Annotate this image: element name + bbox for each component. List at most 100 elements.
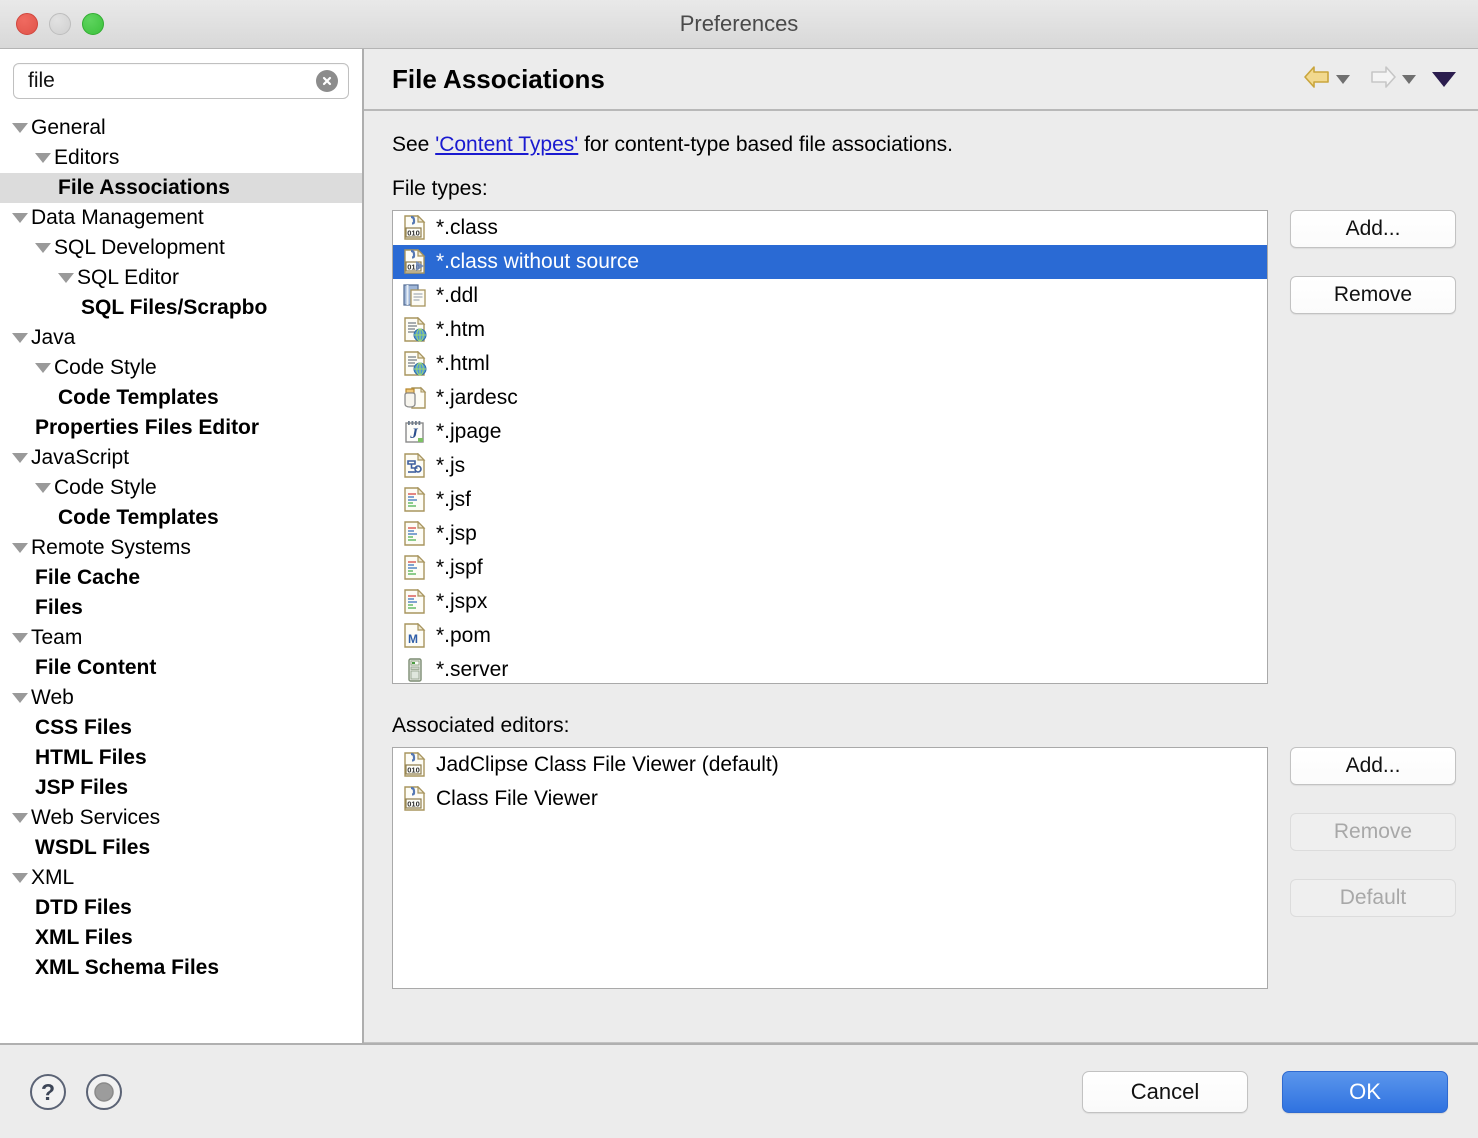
zoom-window-button[interactable] — [82, 13, 104, 35]
file-types-list[interactable]: 010 *.class 010 *.class without source *.ddl… — [392, 210, 1268, 684]
sidebar-item-label: WSDL Files — [35, 836, 151, 859]
associated-editors-list[interactable]: 010 JadClipse Class File Viewer (default)… — [392, 747, 1268, 989]
sidebar-item-code-style[interactable]: Code Style — [0, 473, 362, 503]
file-type-row[interactable]: 010 *.class — [393, 211, 1267, 245]
server-file-icon — [402, 657, 428, 683]
sidebar-item-css-files[interactable]: CSS Files — [0, 713, 362, 743]
sidebar-item-xml-files[interactable]: XML Files — [0, 923, 362, 953]
back-arrow-icon[interactable] — [1302, 64, 1332, 95]
associated-editor-row[interactable]: 010 JadClipse Class File Viewer (default) — [393, 748, 1267, 782]
file-type-row[interactable]: *.jsf — [393, 483, 1267, 517]
file-type-label: *.html — [436, 352, 490, 375]
sidebar-item-java[interactable]: Java — [0, 323, 362, 353]
sidebar-item-html-files[interactable]: HTML Files — [0, 743, 362, 773]
view-menu-icon[interactable] — [1432, 71, 1456, 87]
forward-arrow-icon — [1368, 64, 1398, 95]
file-type-row[interactable]: *.server — [393, 653, 1267, 683]
tree-expand-triangle-down-icon[interactable] — [12, 333, 28, 343]
tree-expand-triangle-down-icon[interactable] — [35, 483, 51, 493]
file-type-row[interactable]: *.jsp — [393, 517, 1267, 551]
sidebar-item-file-content[interactable]: File Content — [0, 653, 362, 683]
tree-expand-triangle-down-icon[interactable] — [12, 123, 28, 133]
footer-left-icons: ? — [28, 1072, 1082, 1112]
options-circle-icon[interactable] — [84, 1072, 124, 1112]
cancel-button[interactable]: Cancel — [1082, 1070, 1248, 1113]
sidebar-item-label: DTD Files — [35, 896, 132, 919]
sidebar-item-sql-files-scrapbo[interactable]: SQL Files/Scrapbo — [0, 293, 362, 323]
sidebar-item-label: SQL Editor — [77, 266, 179, 289]
tree-expand-triangle-down-icon[interactable] — [35, 153, 51, 163]
forward-history-chevron-down-icon[interactable] — [1402, 74, 1416, 84]
jsp-file-icon — [402, 521, 428, 547]
file-type-row[interactable]: *.jardesc — [393, 381, 1267, 415]
sidebar-item-jsp-files[interactable]: JSP Files — [0, 773, 362, 803]
tree-expand-triangle-down-icon[interactable] — [12, 873, 28, 883]
file-type-row[interactable]: *.jspf — [393, 551, 1267, 585]
file-type-label: *.server — [436, 658, 509, 681]
tree-expand-triangle-down-icon[interactable] — [12, 213, 28, 223]
file-type-row[interactable]: 010 *.class without source — [393, 245, 1267, 279]
page-title: File Associations — [392, 63, 605, 94]
sidebar-item-xml-schema-files[interactable]: XML Schema Files — [0, 953, 362, 983]
sidebar-item-editors[interactable]: Editors — [0, 143, 362, 173]
sidebar-item-wsdl-files[interactable]: WSDL Files — [0, 833, 362, 863]
remove-file-type-button[interactable]: Remove — [1290, 276, 1456, 314]
file-type-row[interactable]: *.jspx — [393, 585, 1267, 619]
sidebar-item-web-services[interactable]: Web Services — [0, 803, 362, 833]
sidebar-item-sql-development[interactable]: SQL Development — [0, 233, 362, 263]
sidebar-item-code-templates[interactable]: Code Templates — [0, 503, 362, 533]
tree-expand-triangle-down-icon[interactable] — [35, 363, 51, 373]
file-type-row[interactable]: M *.pom — [393, 619, 1267, 653]
associated-editor-row[interactable]: 010 Class File Viewer — [393, 782, 1267, 816]
panel-content: See 'Content Types' for content-type bas… — [364, 111, 1478, 1042]
file-type-row[interactable]: *.htm — [393, 313, 1267, 347]
file-type-row[interactable]: *.js — [393, 449, 1267, 483]
content-types-link[interactable]: 'Content Types' — [435, 133, 578, 156]
jardesc-file-icon — [402, 385, 428, 411]
ok-button[interactable]: OK — [1282, 1070, 1448, 1113]
tree-expand-triangle-down-icon[interactable] — [58, 273, 74, 283]
file-type-row[interactable]: *.ddl — [393, 279, 1267, 313]
tree-expand-triangle-down-icon[interactable] — [12, 693, 28, 703]
sidebar-item-data-management[interactable]: Data Management — [0, 203, 362, 233]
tree-expand-triangle-down-icon[interactable] — [12, 453, 28, 463]
tree-expand-triangle-down-icon[interactable] — [35, 243, 51, 253]
sidebar-item-file-associations[interactable]: File Associations — [0, 173, 362, 203]
sidebar-item-general[interactable]: General — [0, 113, 362, 143]
sidebar-item-label: Properties Files Editor — [35, 416, 260, 439]
search-field[interactable] — [13, 63, 349, 99]
sidebar-item-code-templates[interactable]: Code Templates — [0, 383, 362, 413]
search-input[interactable] — [14, 69, 348, 93]
add-file-type-button[interactable]: Add... — [1290, 210, 1456, 248]
sidebar-item-label: SQL Files/Scrapbo — [81, 296, 268, 319]
sidebar-item-xml[interactable]: XML — [0, 863, 362, 893]
sidebar-item-properties-files-editor[interactable]: Properties Files Editor — [0, 413, 362, 443]
sidebar-item-dtd-files[interactable]: DTD Files — [0, 893, 362, 923]
help-question-icon[interactable]: ? — [28, 1072, 68, 1112]
sidebar-item-files[interactable]: Files — [0, 593, 362, 623]
minimize-window-button[interactable] — [49, 13, 71, 35]
preferences-tree[interactable]: General Editors File Associations Data Mana… — [0, 107, 362, 1043]
tree-expand-triangle-down-icon[interactable] — [12, 813, 28, 823]
sidebar-item-javascript[interactable]: JavaScript — [0, 443, 362, 473]
sidebar-item-label: JavaScript — [31, 446, 130, 469]
sidebar-item-team[interactable]: Team — [0, 623, 362, 653]
sidebar-item-remote-systems[interactable]: Remote Systems — [0, 533, 362, 563]
class-file-icon: 010 — [402, 752, 428, 778]
sidebar-item-sql-editor[interactable]: SQL Editor — [0, 263, 362, 293]
sidebar-item-code-style[interactable]: Code Style — [0, 353, 362, 383]
sidebar-item-file-cache[interactable]: File Cache — [0, 563, 362, 593]
html-file-icon — [402, 351, 428, 377]
svg-text:J: J — [409, 426, 418, 442]
file-type-row[interactable]: *.html — [393, 347, 1267, 381]
tree-expand-triangle-down-icon[interactable] — [12, 633, 28, 643]
file-type-row[interactable]: J *.jpage — [393, 415, 1267, 449]
back-history-chevron-down-icon[interactable] — [1336, 74, 1350, 84]
tree-expand-triangle-down-icon[interactable] — [12, 543, 28, 553]
close-window-button[interactable] — [16, 13, 38, 35]
sidebar-item-web[interactable]: Web — [0, 683, 362, 713]
add-editor-button[interactable]: Add... — [1290, 747, 1456, 785]
editor-buttons: Add... Remove Default — [1290, 747, 1456, 917]
clear-search-icon[interactable] — [316, 70, 338, 92]
sidebar-item-label: JSP Files — [35, 776, 129, 799]
